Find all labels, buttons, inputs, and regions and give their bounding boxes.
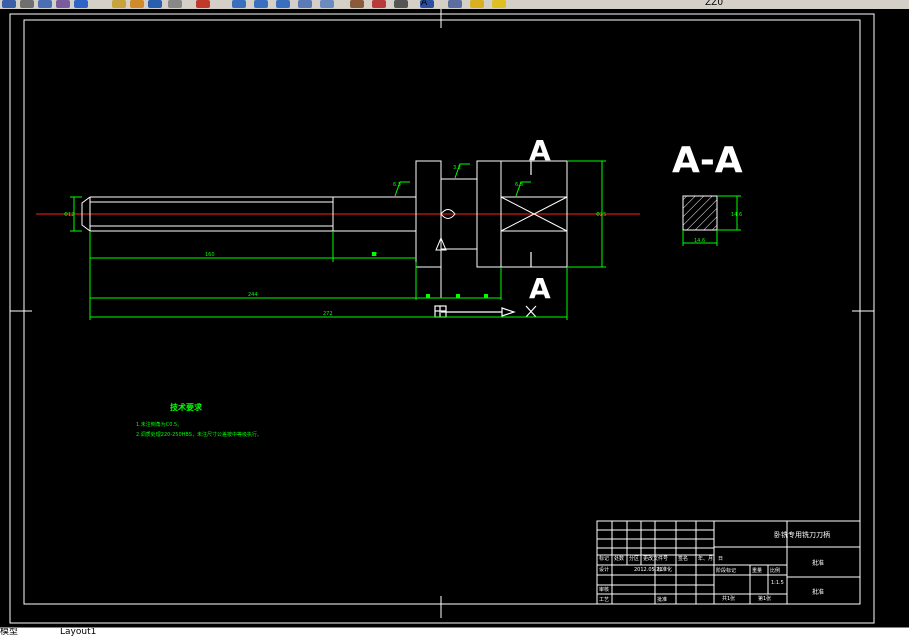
section-dim-width: 14.6: [694, 238, 705, 244]
tb-scale-value: 1:1.5: [771, 580, 784, 586]
match-properties-icon[interactable]: [74, 0, 88, 8]
tb-label-mark: 标记: [599, 555, 609, 562]
zoom-realtime-icon[interactable]: [232, 0, 246, 8]
calculator-icon[interactable]: [394, 0, 408, 8]
cad-drawing: A A 160 12 244 272 Φ12 Φ25 6.3 3.2 6.3: [9, 9, 875, 624]
tb-approve-label: 批准: [657, 596, 667, 603]
section-dim-height: 14.6: [731, 212, 742, 218]
open-icon[interactable]: [2, 0, 16, 8]
dimension-ticks: [372, 252, 488, 298]
dim-length-1: 160: [205, 252, 215, 258]
tb-review-label: 审核: [599, 586, 609, 593]
tb-sheet-total: 共1张: [722, 595, 735, 602]
dim-length-2: 244: [248, 292, 258, 298]
zoom-previous-icon[interactable]: [276, 0, 290, 8]
tb-scale-label: 比例: [770, 567, 780, 574]
tb-label-sign: 签名: [678, 555, 688, 562]
toolbar-text-a[interactable]: A: [421, 0, 427, 8]
section-view-title: A-A: [672, 140, 743, 181]
section-label-top: A: [529, 134, 551, 167]
roughness-c: 6.3: [515, 182, 523, 188]
section-view-hatch: [682, 195, 718, 231]
layer-state-icon[interactable]: [470, 0, 484, 8]
tb-check-label: 标准化: [657, 566, 672, 573]
tool-palette-icon[interactable]: [350, 0, 364, 8]
design-center-icon[interactable]: [320, 0, 334, 8]
roughness-b: 3.2: [453, 165, 461, 171]
paste-icon[interactable]: [112, 0, 126, 8]
print-icon[interactable]: [38, 0, 52, 8]
tech-requirements-title: 技术要求: [170, 402, 203, 412]
tb-label-date: 年、月、日: [698, 555, 723, 562]
tech-requirement-1: 1.未注倒角为C0.5。: [136, 421, 182, 428]
pan-icon[interactable]: [196, 0, 210, 8]
tech-requirement-2: 2.调质处理220-250HBS，未注尺寸公差按中等级执行。: [136, 431, 262, 438]
tb-designer-label: 设计: [599, 566, 609, 573]
save-icon[interactable]: [20, 0, 34, 8]
tb-weight-label: 重量: [752, 567, 762, 574]
tb-stage-label: 阶段标记: [716, 567, 736, 574]
shaft-main-view: [81, 160, 568, 298]
layer-name-text[interactable]: ZZ0: [705, 0, 723, 8]
dimension-lines: [70, 160, 606, 320]
dim-length-3: 272: [323, 311, 333, 317]
outer-frame: [9, 13, 875, 624]
drawing-canvas[interactable]: A A 160 12 244 272 Φ12 Φ25 6.3 3.2 6.3: [0, 9, 909, 627]
redo-icon[interactable]: [168, 0, 182, 8]
dim-shaft-dia: Φ12: [64, 212, 74, 218]
unit-name: 批准: [812, 559, 824, 567]
zoom-window-icon[interactable]: [254, 0, 268, 8]
sheet-set-icon[interactable]: [372, 0, 386, 8]
layer-manager-icon[interactable]: [448, 0, 462, 8]
layer-color-icon[interactable]: [492, 0, 506, 8]
tb-label-count: 处数: [614, 555, 624, 562]
dimension-texts: 160 12 244 272 Φ12 Φ25 6.3 3.2 6.3: [64, 165, 606, 317]
tb-process-label: 工艺: [599, 597, 609, 603]
publish-icon[interactable]: [56, 0, 70, 8]
tb-label-change: 更改文件号: [643, 555, 668, 562]
dim-head-height: Φ25: [596, 212, 606, 218]
drawing-no: 批准: [812, 588, 824, 596]
undo-icon[interactable]: [148, 0, 162, 8]
properties-icon[interactable]: [298, 0, 312, 8]
brush-icon[interactable]: [130, 0, 144, 8]
part-name: 卧铣专用铣刀刀柄: [774, 530, 830, 539]
tb-sheet-no: 第1张: [758, 595, 771, 602]
section-label-bottom: A: [529, 272, 551, 305]
tb-label-zone: 分区: [629, 555, 639, 562]
roughness-a: 6.3: [393, 182, 401, 188]
